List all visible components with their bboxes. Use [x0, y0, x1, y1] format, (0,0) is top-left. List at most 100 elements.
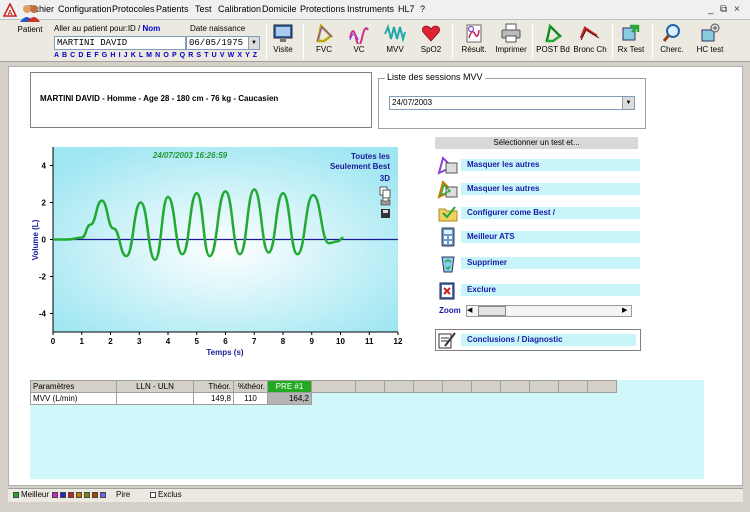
menu-test[interactable]: Test: [195, 4, 212, 14]
configure-best-button[interactable]: Configurer come Best /: [437, 202, 640, 224]
fvc-button[interactable]: FVC: [310, 22, 338, 60]
mvv-label: MVV: [386, 45, 404, 54]
conclusions-label: Conclusions / Diagnostic: [461, 334, 636, 346]
result-label: Résult.: [461, 45, 487, 54]
notepad-pen-icon: [438, 332, 456, 349]
vc-label: VC: [353, 45, 365, 54]
menu-help[interactable]: ?: [420, 4, 425, 14]
bronc-ch-icon: [579, 26, 600, 41]
patient-button-label: Patient: [17, 25, 43, 34]
patient-name-input[interactable]: MARTINI DAVID: [54, 36, 186, 50]
search-label-nom[interactable]: Nom: [143, 24, 161, 33]
menu-bar: A Fichier Configuration Protocoles Patie…: [0, 0, 750, 20]
toolbar-separator: [266, 23, 267, 59]
zoom-right-arrow-icon[interactable]: ▶: [622, 306, 627, 314]
bronc-ch-button[interactable]: Bronc Ch: [572, 22, 608, 60]
result-button[interactable]: Résult.: [459, 22, 489, 60]
menu-domicile[interactable]: Domicile: [262, 4, 297, 14]
toggle-all[interactable]: Toutes les: [351, 152, 391, 161]
patients-icon: [20, 5, 40, 22]
empty-header: [471, 380, 501, 393]
legend-swatch: [68, 492, 74, 498]
test-timestamp: 24/07/2003 16:26:59: [152, 151, 228, 160]
header-theor[interactable]: Théor.: [193, 380, 234, 393]
visite-label: Visite: [273, 45, 293, 54]
patient-button[interactable]: Patient: [14, 2, 46, 40]
menu-hl7[interactable]: HL7: [398, 4, 415, 14]
best-ats-label: Meilleur ATS: [461, 231, 640, 243]
zoom-slider-thumb[interactable]: [478, 306, 506, 316]
post-bd-button[interactable]: POST Bd: [536, 22, 570, 60]
hide-others-icon: [437, 156, 458, 175]
save-icon[interactable]: [381, 209, 390, 218]
legend-swatch: [13, 492, 19, 498]
header-pre1[interactable]: PRE #1: [267, 380, 312, 393]
dob-dropdown-arrow-icon[interactable]: ▼: [248, 37, 259, 49]
vc-icon: [349, 27, 369, 44]
svg-text:A: A: [7, 10, 12, 17]
x-tick-label: 9: [310, 337, 315, 346]
x-tick-label: 0: [51, 337, 56, 346]
session-select[interactable]: 24/07/2003: [389, 96, 635, 110]
empty-header: [587, 380, 617, 393]
hc-test-icon: [701, 23, 720, 42]
y-tick-label: -2: [39, 273, 47, 282]
x-tick-label: 4: [166, 337, 171, 346]
empty-header: [384, 380, 414, 393]
print-button[interactable]: Imprimer: [494, 22, 528, 60]
sessions-title: Liste des sessions MVV: [385, 72, 485, 82]
menu-configuration[interactable]: Configuration: [58, 4, 112, 14]
header-lln-uln[interactable]: LLN - ULN: [116, 380, 194, 393]
post-bd-icon: [545, 23, 562, 43]
header-parametres[interactable]: Paramètres: [30, 380, 117, 393]
legend-best-label: Meilleur: [21, 490, 50, 499]
hide-others-alt-button[interactable]: Masquer les autres: [437, 178, 640, 200]
hc-test-button[interactable]: HC test: [692, 22, 728, 60]
cell-param: MVV (L/min): [30, 392, 117, 405]
best-ats-button[interactable]: Meilleur ATS: [437, 226, 640, 248]
folder-best-icon: [438, 206, 458, 222]
x-tick-label: 5: [195, 337, 200, 346]
search-button[interactable]: Cherc.: [657, 22, 687, 60]
toolbar-separator: [612, 23, 613, 59]
test-panel-header: Sélectionner un test et...: [435, 137, 638, 149]
menu-protocoles[interactable]: Protocoles: [112, 4, 155, 14]
y-tick-label: 2: [42, 199, 47, 208]
menu-protections[interactable]: Protections: [300, 4, 345, 14]
rx-test-button[interactable]: Rx Test: [615, 22, 647, 60]
vc-button[interactable]: VC: [345, 22, 373, 60]
menu-patients[interactable]: Patients: [156, 4, 189, 14]
menu-instruments[interactable]: Instruments: [347, 4, 394, 14]
toggle-best[interactable]: Seulement Best: [330, 162, 390, 171]
header-pct-theor[interactable]: %théor.: [233, 380, 268, 393]
mvv-button[interactable]: MVV: [381, 22, 409, 60]
search-label-sep: /: [135, 24, 143, 33]
exclude-button[interactable]: Exclure: [437, 279, 640, 301]
visite-button[interactable]: Visite: [268, 22, 298, 60]
table-row[interactable]: MVV (L/min) 149,8 110 164,2: [30, 392, 617, 405]
x-tick-label: 1: [80, 337, 85, 346]
legend-swatch: [60, 492, 66, 498]
close-button[interactable]: ×: [734, 4, 740, 15]
hide-others-button[interactable]: Masquer les autres: [437, 154, 640, 176]
toggle-3d[interactable]: 3D: [380, 174, 390, 183]
x-tick-label: 6: [223, 337, 228, 346]
legend-excluded-swatch: [150, 492, 156, 498]
minimize-button[interactable]: _: [708, 4, 714, 15]
session-dropdown-arrow-icon[interactable]: ▼: [622, 97, 634, 109]
delete-button[interactable]: Supprimer: [437, 252, 640, 274]
empty-header: [413, 380, 443, 393]
zoom-left-arrow-icon[interactable]: ◀: [467, 306, 472, 314]
restore-button[interactable]: ⧉: [720, 4, 727, 15]
toolbar-separator: [303, 23, 304, 59]
x-tick-label: 8: [281, 337, 286, 346]
spo2-button[interactable]: SpO2: [417, 22, 445, 60]
hide-others-label: Masquer les autres: [461, 159, 640, 171]
alphabet-index[interactable]: A B C D E F G H I J K L M N O P Q R S T …: [54, 52, 258, 59]
visit-monitor-icon: [273, 24, 293, 42]
menu-calibration[interactable]: Calibration: [218, 4, 261, 14]
hc-test-label: HC test: [696, 45, 724, 54]
legend-swatch: [76, 492, 82, 498]
empty-header: [529, 380, 559, 393]
legend-swatch: [52, 492, 58, 498]
